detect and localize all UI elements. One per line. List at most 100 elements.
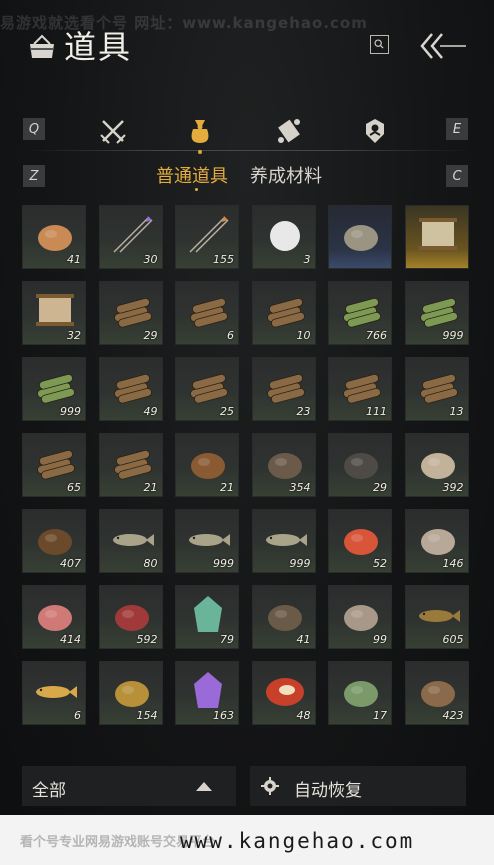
item-slot[interactable]: 10 — [251, 281, 316, 345]
item-slot[interactable]: 999 — [22, 357, 86, 421]
hay-bundle-icon — [184, 440, 232, 484]
bamboo-icon — [31, 364, 79, 408]
divider — [20, 150, 474, 151]
logs-icon — [184, 364, 232, 408]
item-slot[interactable]: 423 — [404, 661, 469, 725]
item-slot[interactable]: 80 — [98, 509, 163, 573]
steak-icon — [108, 592, 156, 636]
auto-restore-label: 自动恢复 — [294, 781, 362, 801]
item-count: 29 — [373, 481, 387, 494]
item-slot[interactable]: 30 — [98, 205, 163, 269]
item-slot[interactable]: 52 — [328, 509, 392, 573]
berries-icon — [337, 516, 385, 560]
item-count: 414 — [60, 633, 81, 646]
item-slot[interactable]: 354 — [251, 433, 316, 497]
item-slot[interactable] — [328, 205, 392, 269]
item-slot[interactable]: 13 — [404, 357, 469, 421]
item-slot[interactable]: 999 — [404, 281, 469, 345]
prev-subtab-key[interactable]: Z — [23, 165, 45, 187]
tab-weapons[interactable] — [98, 116, 128, 146]
item-slot[interactable]: 999 — [251, 509, 316, 573]
item-slot[interactable]: 41 — [251, 585, 316, 649]
item-slot[interactable]: 65 — [22, 433, 86, 497]
fish-icon — [261, 516, 309, 560]
item-slot[interactable]: 605 — [404, 585, 469, 649]
herb-icon — [337, 668, 385, 712]
item-slot[interactable]: 766 — [328, 281, 392, 345]
back-button[interactable] — [418, 32, 468, 60]
sub-tabs: Z 普通道具 养成材料 C — [0, 160, 494, 192]
item-count: 21 — [220, 481, 234, 494]
item-slot[interactable]: 146 — [404, 509, 469, 573]
item-slot[interactable]: 21 — [175, 433, 239, 497]
logs-icon — [184, 288, 232, 332]
active-subtab-indicator — [195, 188, 198, 191]
next-subtab-key[interactable]: C — [446, 165, 468, 187]
item-slot[interactable]: 23 — [251, 357, 316, 421]
fire-arrows-icon — [184, 212, 232, 256]
item-count: 999 — [60, 405, 81, 418]
footer-watermark-url: www.kangehao.com — [180, 829, 415, 853]
item-count: 3 — [303, 253, 311, 266]
item-slot[interactable]: 32 — [22, 281, 86, 345]
item-slot[interactable]: 3 — [251, 205, 316, 269]
cricket-icon — [31, 516, 79, 560]
item-slot[interactable]: 592 — [98, 585, 163, 649]
item-slot[interactable]: 6 — [22, 661, 86, 725]
item-count: 21 — [143, 481, 158, 494]
item-slot[interactable]: 999 — [175, 509, 239, 573]
item-slot[interactable]: 99 — [328, 585, 392, 649]
item-count: 48 — [296, 709, 311, 722]
item-count: 155 — [213, 253, 234, 266]
item-slot[interactable]: 29 — [328, 433, 392, 497]
item-slot[interactable]: 25 — [175, 357, 239, 421]
feathers-icon — [261, 592, 309, 636]
item-slot[interactable]: 154 — [98, 661, 163, 725]
prev-tab-key[interactable]: Q — [23, 118, 45, 140]
raw-meat-icon — [31, 592, 79, 636]
item-count: 163 — [213, 709, 234, 722]
item-slot[interactable]: 21 — [98, 433, 163, 497]
tab-items[interactable] — [185, 116, 215, 146]
item-count: 41 — [296, 633, 311, 646]
logs-icon — [108, 440, 156, 484]
item-slot[interactable]: 41 — [22, 205, 86, 269]
item-slot[interactable]: 414 — [22, 585, 86, 649]
catfish-icon — [414, 592, 462, 636]
golden-carp-icon — [31, 668, 79, 712]
item-slot[interactable] — [404, 205, 469, 269]
item-slot[interactable]: 111 — [328, 357, 392, 421]
purple-arrows-icon — [108, 212, 156, 256]
next-tab-key[interactable]: E — [446, 118, 468, 140]
item-count: 354 — [289, 481, 311, 494]
auto-restore-button[interactable]: 自动恢复 — [250, 766, 466, 806]
item-slot[interactable]: 392 — [404, 433, 469, 497]
subtab-normal-items[interactable]: 普通道具 — [156, 162, 228, 188]
item-slot[interactable]: 17 — [328, 661, 392, 725]
item-slot[interactable]: 79 — [175, 585, 239, 649]
subtab-materials[interactable]: 养成材料 — [250, 162, 322, 188]
item-count: 32 — [67, 329, 81, 342]
tab-scrolls[interactable] — [274, 116, 304, 146]
jade-stone-icon — [184, 592, 232, 636]
item-slot[interactable]: 48 — [251, 661, 316, 725]
item-count: 13 — [449, 405, 464, 418]
item-count: 392 — [442, 481, 464, 494]
filter-dropdown[interactable]: 全部 — [22, 766, 236, 806]
item-count: 766 — [366, 329, 387, 342]
item-count: 80 — [143, 557, 158, 570]
item-slot[interactable]: 163 — [175, 661, 239, 725]
item-count: 23 — [296, 405, 311, 418]
logs-icon — [31, 440, 79, 484]
search-button[interactable] — [370, 35, 389, 54]
search-icon — [374, 39, 384, 49]
logs-icon — [337, 364, 385, 408]
item-count: 30 — [143, 253, 158, 266]
tab-tokens[interactable] — [360, 116, 390, 146]
snowball-icon — [261, 212, 309, 256]
item-slot[interactable]: 407 — [22, 509, 86, 573]
item-slot[interactable]: 49 — [98, 357, 163, 421]
item-slot[interactable]: 29 — [98, 281, 163, 345]
item-slot[interactable]: 6 — [175, 281, 239, 345]
item-slot[interactable]: 155 — [175, 205, 239, 269]
